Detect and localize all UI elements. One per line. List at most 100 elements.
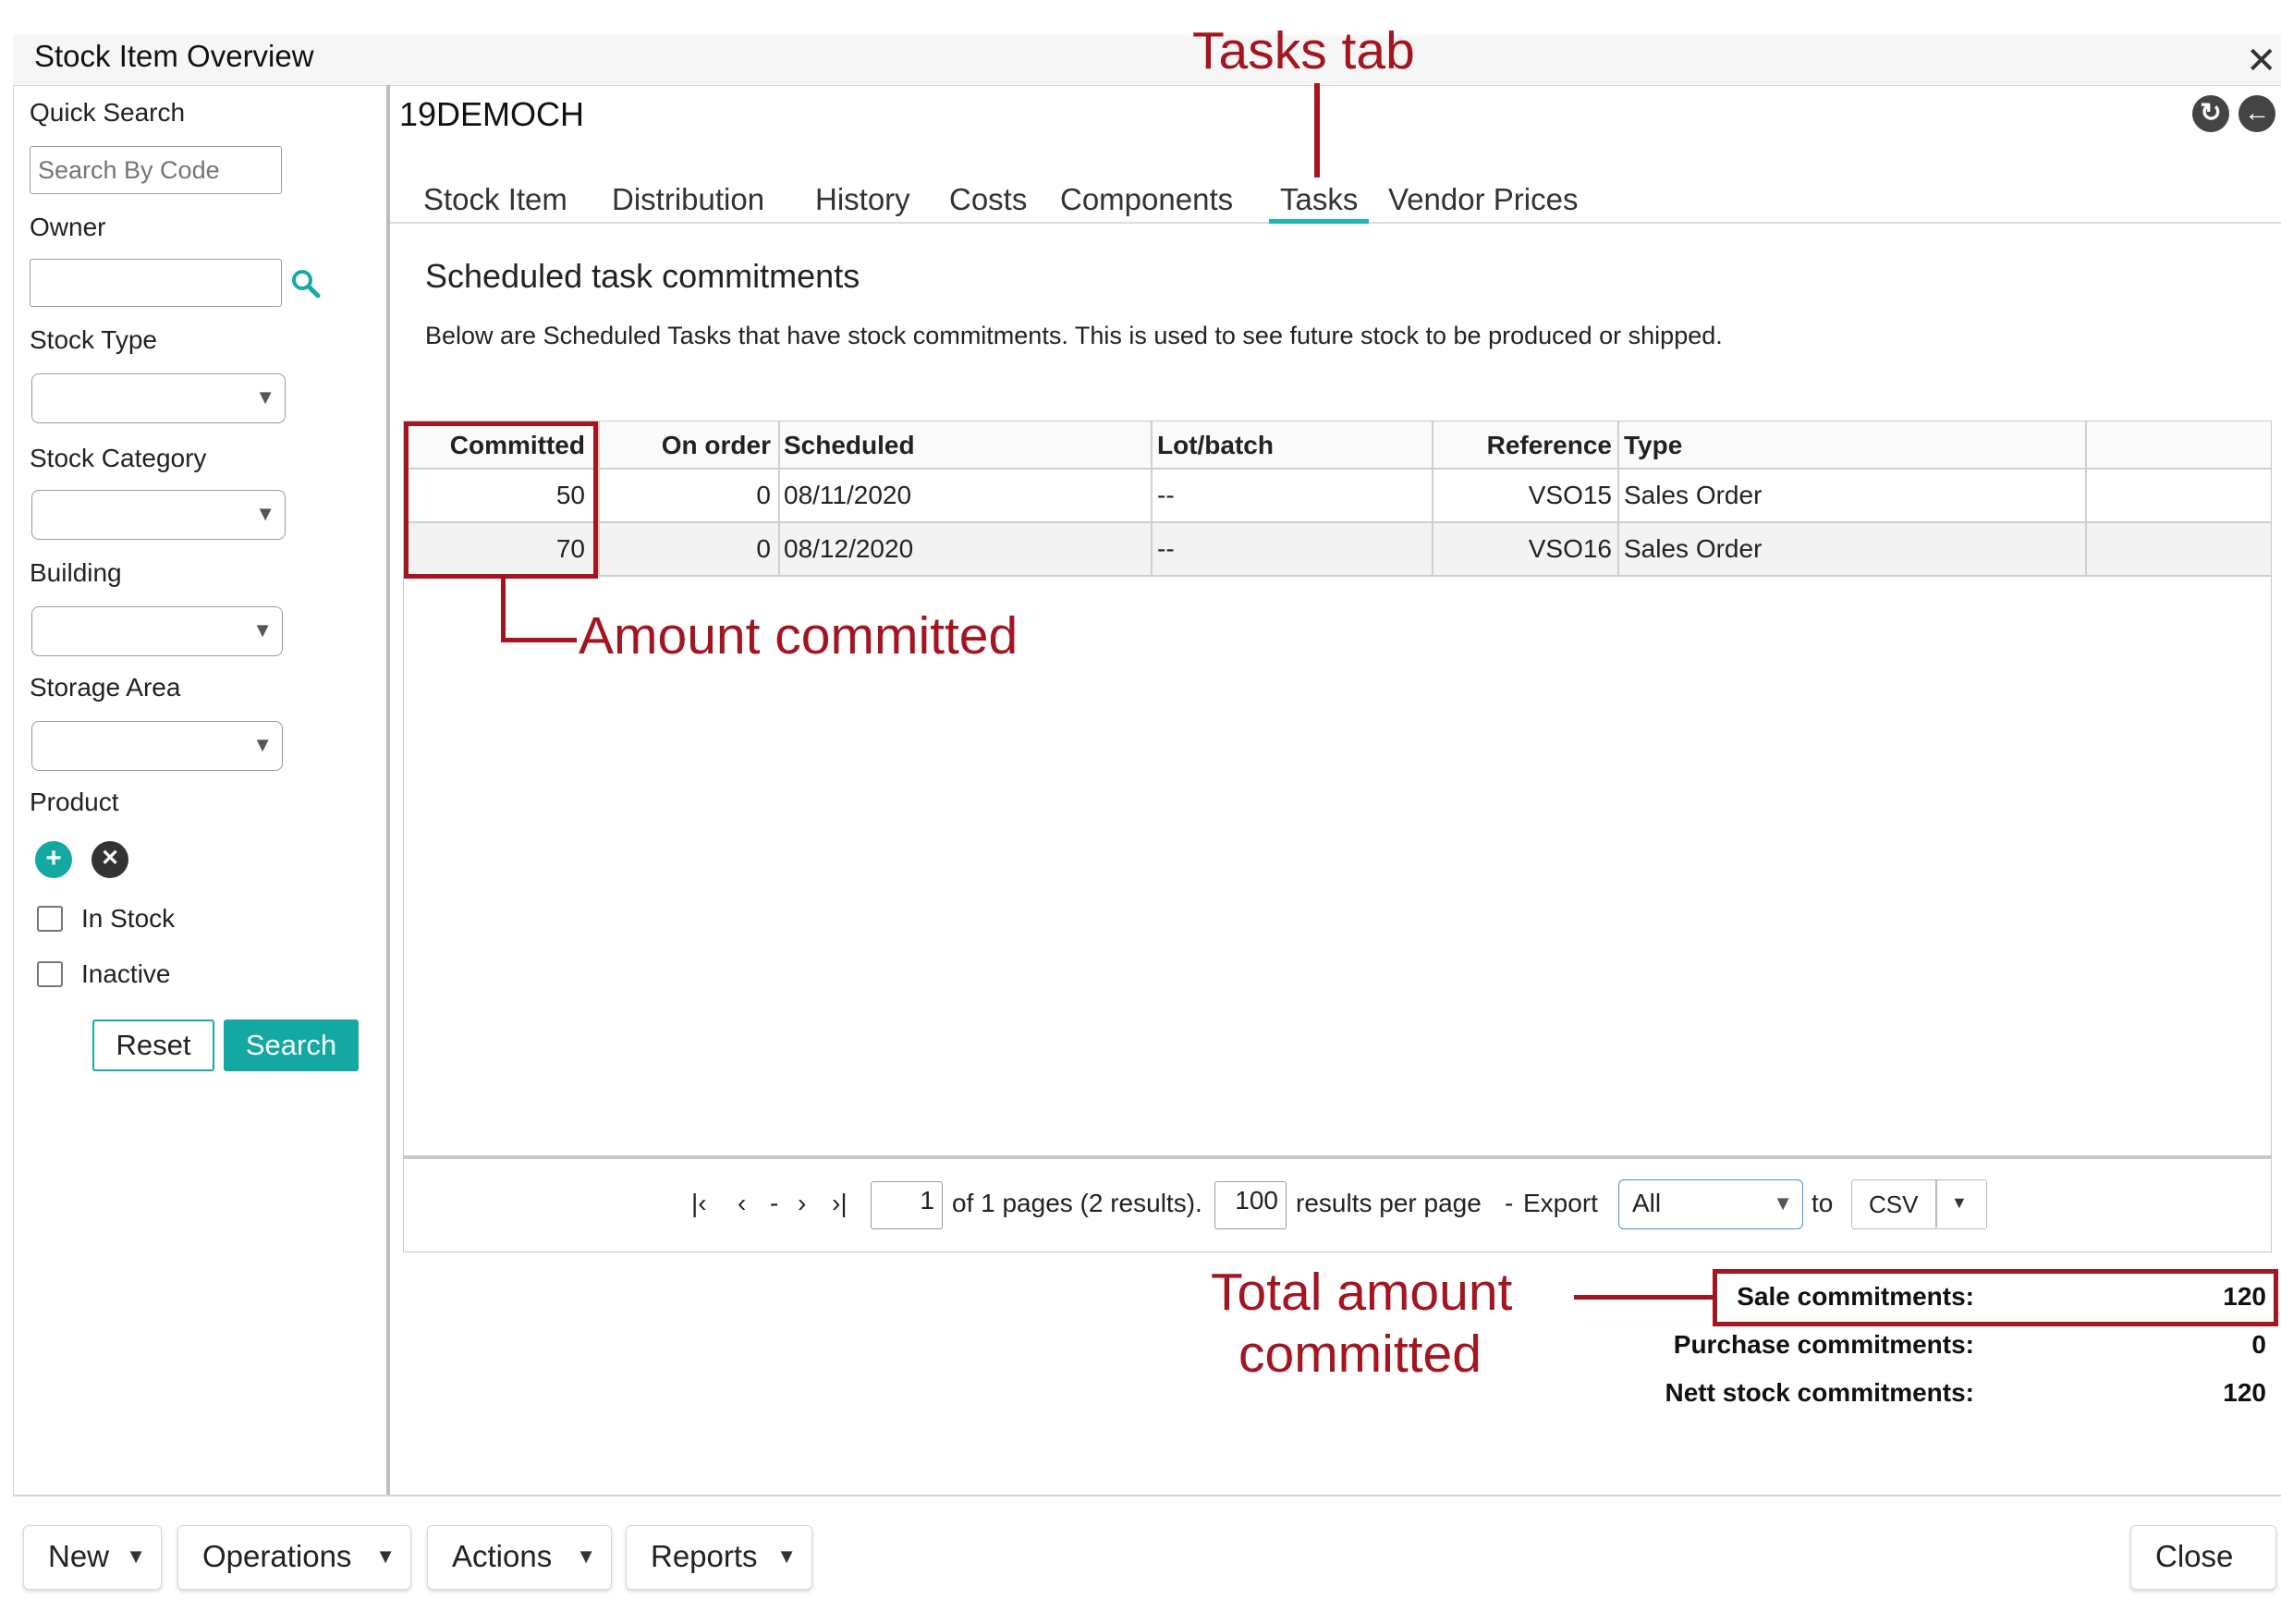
page-count-text: of 1 pages (2 results).	[952, 1189, 1202, 1217]
reset-button[interactable]: Reset	[92, 1020, 214, 1071]
caret-down-icon: ▼	[126, 1545, 146, 1568]
back-arrow-icon[interactable]: ←	[2238, 95, 2275, 132]
export-scope-select[interactable]: All ▼	[1618, 1179, 1803, 1229]
amount-committed-annotation: Amount committed	[579, 606, 1019, 665]
col-header-type[interactable]: Type	[1624, 431, 1682, 460]
inactive-label: Inactive	[81, 959, 171, 988]
amount-pointer-vertical	[501, 579, 506, 641]
cell-scheduled: 08/11/2020	[784, 481, 912, 509]
grid-col-divider	[778, 421, 780, 575]
cell-on-order: 0	[756, 534, 771, 563]
owner-input[interactable]	[30, 259, 282, 307]
active-tab-indicator	[1269, 219, 1369, 224]
pager-dash: -	[1505, 1189, 1514, 1217]
window-title: Stock Item Overview	[34, 39, 314, 73]
export-to-label: to	[1811, 1189, 1834, 1217]
col-header-lot-batch[interactable]: Lot/batch	[1157, 431, 1274, 460]
format-divider	[1935, 1180, 1937, 1227]
tab-stock-item[interactable]: Stock Item	[423, 182, 567, 217]
close-icon[interactable]: ✕	[2246, 41, 2277, 81]
col-header-on-order[interactable]: On order	[599, 431, 771, 460]
refresh-icon[interactable]: ↻	[2192, 95, 2229, 132]
pager-top-border	[404, 1155, 2271, 1159]
tasks-tab-pointer	[1314, 83, 1320, 177]
chevron-down-icon: ▼	[252, 733, 273, 756]
cell-scheduled: 08/12/2020	[784, 534, 914, 563]
tab-costs[interactable]: Costs	[949, 182, 1027, 217]
in-stock-checkbox[interactable]	[37, 906, 63, 932]
chevron-down-icon: ▼	[255, 502, 275, 525]
storage-area-label: Storage Area	[30, 673, 181, 702]
committed-column-highlight	[404, 421, 598, 579]
grid-col-divider	[2085, 421, 2087, 575]
purchase-commitments-label: Purchase commitments:	[1673, 1330, 1974, 1359]
reports-button-label: Reports	[651, 1539, 758, 1573]
export-scope-value: All	[1632, 1189, 1662, 1217]
stock-category-label: Stock Category	[30, 444, 207, 472]
section-description: Below are Scheduled Tasks that have stoc…	[425, 322, 1723, 349]
tab-history[interactable]: History	[815, 182, 910, 217]
building-label: Building	[30, 558, 122, 587]
inactive-checkbox[interactable]	[37, 961, 63, 987]
window-titlebar	[13, 35, 2281, 86]
nett-commitments-value: 120	[2223, 1378, 2266, 1407]
cell-reference[interactable]: VSO15	[1433, 481, 1612, 510]
add-product-icon[interactable]: +	[35, 841, 72, 878]
cell-lot-batch: --	[1157, 481, 1175, 509]
grid-divider	[404, 468, 2271, 470]
export-label: Export	[1523, 1189, 1598, 1217]
first-page-icon[interactable]: |‹	[691, 1189, 707, 1218]
actions-menu-button[interactable]: Actions ▼	[427, 1525, 612, 1590]
cell-lot-batch: --	[1157, 534, 1175, 563]
col-header-scheduled[interactable]: Scheduled	[784, 431, 915, 460]
tab-distribution[interactable]: Distribution	[612, 182, 764, 217]
export-format-select[interactable]: CSV ▼	[1851, 1179, 1987, 1229]
close-button-label: Close	[2155, 1539, 2234, 1573]
chevron-down-icon: ▼	[255, 385, 275, 409]
reports-menu-button[interactable]: Reports ▼	[626, 1525, 812, 1590]
last-page-icon[interactable]: ›|	[832, 1189, 848, 1218]
stock-type-select[interactable]: ▼	[31, 373, 286, 423]
total-pointer	[1574, 1295, 1714, 1300]
results-per-page-text: results per page	[1296, 1189, 1482, 1217]
amount-pointer-horizontal	[501, 638, 577, 642]
nett-commitments-label: Nett stock commitments:	[1665, 1378, 1974, 1407]
chevron-down-icon: ▼	[252, 618, 273, 641]
in-stock-label: In Stock	[81, 904, 176, 933]
sale-commitments-highlight	[1713, 1269, 2278, 1326]
tab-tasks[interactable]: Tasks	[1280, 182, 1358, 217]
search-button[interactable]: Search	[224, 1020, 359, 1071]
grid-divider	[404, 575, 2271, 577]
building-select[interactable]: ▼	[31, 606, 283, 656]
next-page-icon[interactable]: ›	[798, 1189, 806, 1218]
new-button-label: New	[48, 1539, 110, 1573]
chevron-down-icon: ▼	[1951, 1193, 1968, 1212]
tab-components[interactable]: Components	[1060, 182, 1233, 217]
product-label: Product	[30, 788, 119, 816]
prev-page-icon[interactable]: ‹	[738, 1189, 746, 1218]
item-code-title: 19DEMOCH	[399, 95, 585, 133]
sidebar-divider	[386, 85, 390, 1495]
owner-search-icon[interactable]	[290, 268, 322, 299]
close-button[interactable]: Close	[2130, 1525, 2276, 1590]
section-heading: Scheduled task commitments	[425, 257, 860, 295]
search-by-code-input[interactable]	[30, 146, 282, 194]
new-menu-button[interactable]: New ▼	[23, 1525, 162, 1590]
caret-down-icon: ▼	[375, 1545, 396, 1568]
quick-search-label: Quick Search	[30, 98, 186, 127]
cell-reference[interactable]: VSO16	[1433, 534, 1612, 564]
operations-menu-button[interactable]: Operations ▼	[177, 1525, 411, 1590]
grid-col-divider	[1617, 421, 1619, 575]
results-per-page-input[interactable]: 100	[1214, 1181, 1287, 1229]
tab-vendor-prices[interactable]: Vendor Prices	[1388, 182, 1578, 217]
col-header-reference[interactable]: Reference	[1433, 431, 1612, 460]
total-amount-annotation-line2: committed	[1238, 1325, 1482, 1384]
tasks-tab-annotation: Tasks tab	[1192, 21, 1415, 80]
remove-product-icon[interactable]: ✕	[91, 841, 128, 878]
pager-separator: -	[770, 1189, 779, 1217]
stock-category-select[interactable]: ▼	[31, 490, 286, 540]
cell-type: Sales Order	[1624, 481, 1763, 509]
storage-area-select[interactable]: ▼	[31, 721, 283, 771]
page-number-input[interactable]: 1	[871, 1181, 943, 1229]
caret-down-icon: ▼	[776, 1545, 797, 1568]
